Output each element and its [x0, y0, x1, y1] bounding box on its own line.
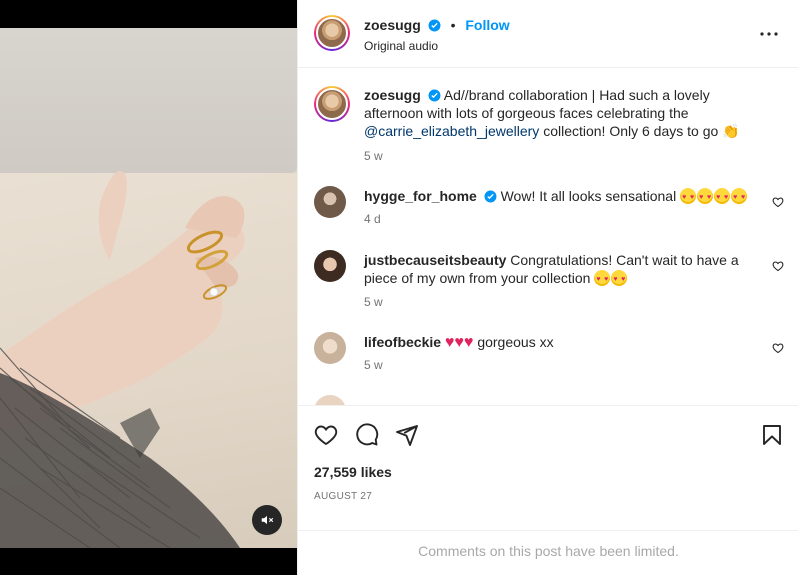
- heart-eyes-emoji: [680, 188, 697, 207]
- caption-timestamp[interactable]: 5 w: [364, 149, 383, 163]
- verified-badge-icon: [484, 190, 497, 203]
- likes-count[interactable]: 27,559 likes: [314, 464, 392, 480]
- caption-text: zoesugg Ad//brand collaboration | Had su…: [364, 86, 759, 140]
- instagram-post-modal: zoesugg • Follow Original audio zoesugg …: [0, 0, 798, 575]
- like-comment-heart-icon[interactable]: [772, 342, 784, 354]
- audio-label[interactable]: Original audio: [364, 39, 438, 53]
- author-avatar[interactable]: [314, 86, 350, 122]
- comment-item-partial: ...: [314, 395, 784, 405]
- comment-icon[interactable]: [355, 423, 379, 447]
- caption-mention-link[interactable]: @carrie_elizabeth_jewellery: [364, 123, 539, 139]
- commenter-avatar[interactable]: [314, 250, 346, 282]
- mute-toggle-button[interactable]: [252, 505, 282, 535]
- verified-badge-icon: [428, 19, 441, 32]
- commenter-avatar[interactable]: [314, 395, 346, 405]
- more-options-icon: [760, 32, 778, 36]
- comment-body: gorgeous xx: [477, 334, 554, 350]
- heart-eyes-emoji: [714, 188, 731, 207]
- red-heart-emoji: ♥: [454, 334, 464, 351]
- author-username[interactable]: zoesugg: [364, 17, 421, 33]
- media-panel: [0, 0, 297, 575]
- caption-username[interactable]: zoesugg: [364, 87, 421, 103]
- post-details-panel: zoesugg • Follow Original audio zoesugg …: [297, 0, 798, 575]
- post-date[interactable]: AUGUST 27: [314, 491, 372, 502]
- send-icon[interactable]: [395, 423, 419, 447]
- heart-icon[interactable]: [314, 423, 338, 447]
- post-header: zoesugg • Follow Original audio: [298, 0, 798, 68]
- comment-timestamp[interactable]: 5 w: [364, 358, 383, 372]
- comment-text: ...: [364, 397, 759, 405]
- heart-eyes-emoji: [731, 188, 748, 207]
- comment-username[interactable]: lifeofbeckie: [364, 334, 441, 350]
- comment-body: Wow! It all looks sensational: [500, 188, 677, 204]
- comment-item: hygge_for_home Wow! It all looks sensati…: [314, 186, 784, 231]
- comment-item: lifeofbeckie ♥♥♥ gorgeous xx 5 w: [314, 332, 784, 377]
- hand-with-rings-image: [0, 171, 245, 548]
- post-video[interactable]: [0, 28, 297, 548]
- commenter-avatar[interactable]: [314, 186, 346, 218]
- caption-suffix: collection! Only 6 days to go: [543, 123, 719, 139]
- muted-speaker-icon: [261, 515, 274, 525]
- like-comment-heart-icon[interactable]: [772, 196, 784, 208]
- like-comment-heart-icon[interactable]: [772, 260, 784, 272]
- heart-eyes-emoji: [594, 270, 611, 289]
- red-heart-emoji: ♥: [463, 334, 474, 351]
- more-options-button[interactable]: [757, 24, 781, 44]
- verified-badge-icon: [428, 89, 441, 102]
- heart-eyes-emoji: [611, 270, 628, 289]
- comment-timestamp[interactable]: 4 d: [364, 212, 381, 226]
- comment-text: justbecauseitsbeauty Congratulations! Ca…: [364, 251, 759, 289]
- separator-dot: •: [450, 17, 456, 33]
- commenter-avatar[interactable]: [314, 332, 346, 364]
- red-heart-emoji: ♥: [444, 334, 455, 351]
- comment-username[interactable]: ...: [364, 398, 376, 405]
- comment-timestamp[interactable]: 5 w: [364, 295, 383, 309]
- heart-eyes-emoji: [697, 188, 714, 207]
- comment-username[interactable]: hygge_for_home: [364, 188, 477, 204]
- caption-item: zoesugg Ad//brand collaboration | Had su…: [314, 86, 784, 166]
- comments-limited-notice: Comments on this post have been limited.: [298, 530, 798, 575]
- follow-button[interactable]: Follow: [465, 17, 509, 33]
- comment-text: lifeofbeckie ♥♥♥ gorgeous xx: [364, 333, 759, 352]
- comment-item: justbecauseitsbeauty Congratulations! Ca…: [314, 250, 784, 310]
- clapping-hands-emoji: 👏: [722, 123, 740, 139]
- comment-username[interactable]: justbecauseitsbeauty: [364, 252, 506, 268]
- bookmark-icon[interactable]: [760, 423, 784, 447]
- author-avatar[interactable]: [314, 15, 350, 51]
- comment-text: hygge_for_home Wow! It all looks sensati…: [364, 187, 759, 207]
- comments-list: zoesugg Ad//brand collaboration | Had su…: [298, 69, 798, 405]
